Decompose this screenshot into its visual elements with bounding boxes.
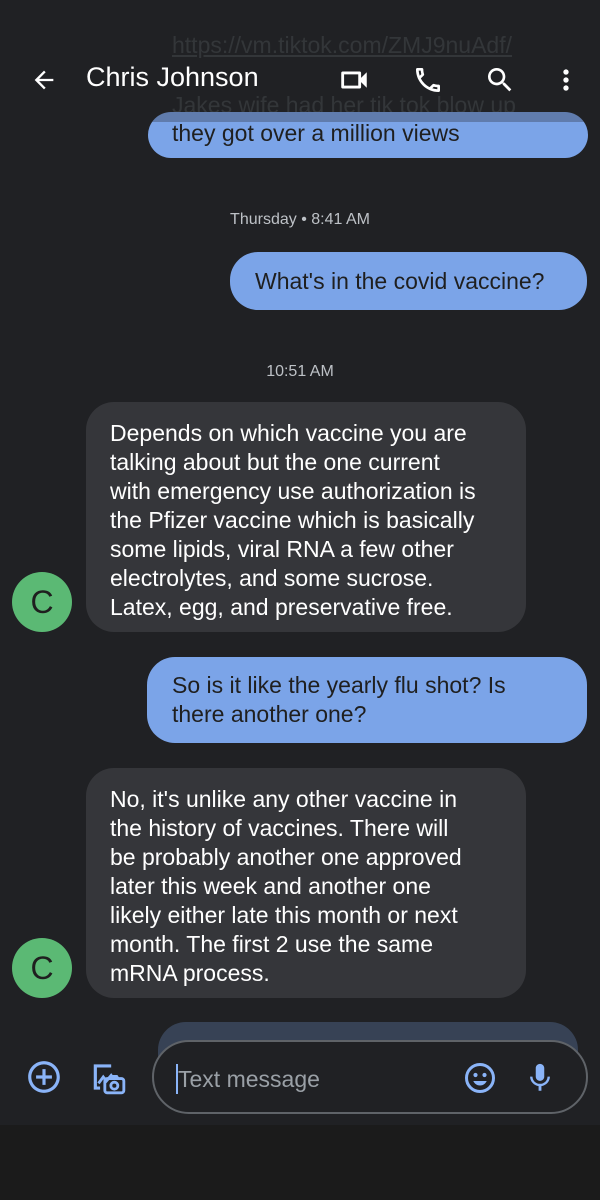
message-line: No, it's unlike any other vaccine in [110,786,458,812]
incoming-bubble[interactable]: No, it's unlike any other vaccine in the… [86,768,526,998]
message-line: talking about but the one current [110,449,440,475]
message-line: So is it like the yearly flu shot? Is [172,672,506,698]
message-text: they got over a million views [172,120,460,146]
contact-avatar[interactable]: C [12,938,72,998]
emoji-icon [465,1063,495,1093]
emoji-button[interactable] [460,1058,500,1098]
system-navigation-bar [0,1125,600,1200]
mic-icon [530,1063,550,1091]
message-line: mRNA process. [110,960,270,986]
back-button[interactable] [24,60,64,100]
message-line: the Pfizer vaccine which is basically [110,507,475,533]
message-text: What's in the covid vaccine? [255,268,545,294]
message-line: Latex, egg, and preservative free. [110,594,453,620]
text-cursor [176,1064,178,1094]
video-call-button[interactable] [334,60,374,100]
outgoing-bubble[interactable]: So is it like the yearly flu shot? Is th… [147,657,587,743]
message-line: there another one? [172,701,367,727]
message-line: Depends on which vaccine you are [110,420,467,446]
conversation-screen: https://vm.tiktok.com/ZMJ9nuAdf/ Jakes w… [0,0,600,1125]
message-line: the history of vaccines. There will [110,815,449,841]
contact-name: Chris Johnson [86,62,259,92]
search-button[interactable] [480,60,520,100]
back-arrow-icon [34,70,54,90]
message-input-field[interactable] [152,1040,588,1114]
search-icon [488,68,512,92]
incoming-bubble[interactable]: Depends on which vaccine you are talking… [86,402,526,632]
message-line: month. The first 2 use the same [110,931,434,957]
contact-avatar[interactable]: C [12,572,72,632]
top-app-bar: Chris Johnson [0,0,600,122]
gallery-icon [93,1064,126,1095]
video-call-icon [341,71,367,89]
compose-bar [0,1022,600,1125]
outgoing-bubble[interactable]: What's in the covid vaccine? [230,252,587,310]
more-vert-icon [563,69,569,91]
gallery-button[interactable] [88,1057,128,1097]
message-line: electrolytes, and some sucrose. [110,565,434,591]
message-line: likely either late this month or next [110,902,458,928]
timestamp-divider: Thursday • 8:41 AM [230,211,370,228]
voice-input-button[interactable] [520,1058,560,1098]
message-line: be probably another one approved [110,844,462,870]
message-line: some lipids, viral RNA a few other [110,536,454,562]
timestamp-divider: 10:51 AM [266,363,334,380]
attach-button[interactable] [24,1057,64,1097]
phone-icon [416,68,440,92]
more-options-button[interactable] [546,60,586,100]
phone-call-button[interactable] [408,60,448,100]
message-line: later this week and another one [110,873,431,899]
message-input[interactable] [176,1062,450,1096]
add-circle-icon [28,1061,60,1093]
message-line: with emergency use authorization is [110,478,476,504]
